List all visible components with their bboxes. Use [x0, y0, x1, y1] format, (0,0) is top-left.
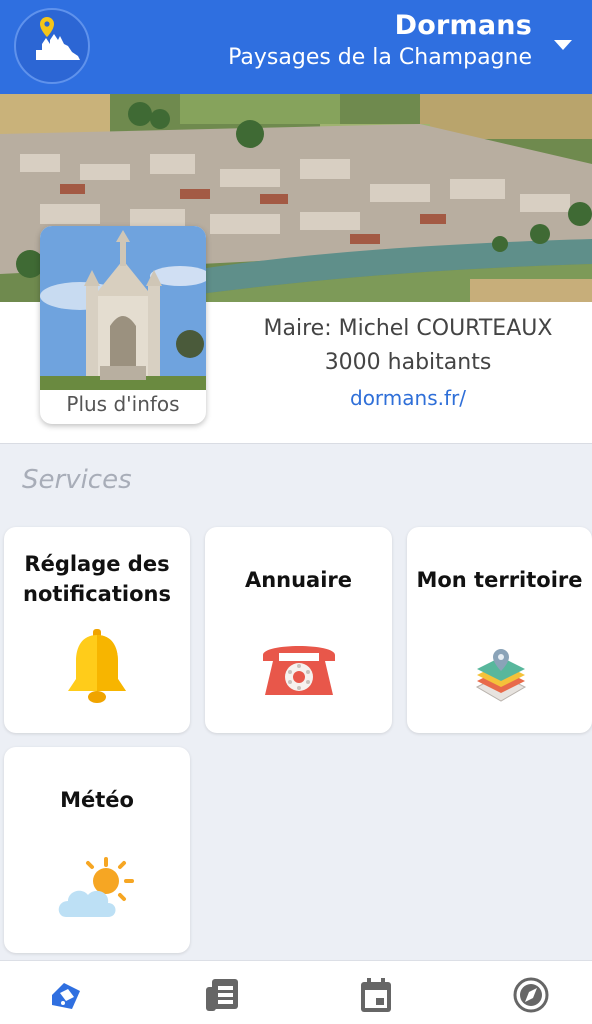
- tile-my-territory[interactable]: Mon territoire: [407, 527, 592, 733]
- home-icon: [52, 983, 80, 1009]
- mayor-text: Maire: Michel COURTEAUX: [263, 316, 553, 341]
- news-icon: [206, 979, 238, 1011]
- nav-explore[interactable]: [511, 975, 551, 1015]
- nav-news[interactable]: [202, 975, 242, 1015]
- weather-icon: [58, 857, 134, 917]
- chevron-down-icon[interactable]: [554, 40, 572, 50]
- telephone-icon: [263, 646, 335, 695]
- nav-home[interactable]: [46, 975, 86, 1015]
- bell-icon: [68, 629, 126, 703]
- tile-label-line2: notifications: [23, 582, 171, 606]
- services-heading: Services: [22, 465, 132, 495]
- tile-notifications-settings[interactable]: Réglage des notifications: [4, 527, 190, 733]
- tile-label-line1: Réglage des: [24, 552, 170, 576]
- town-logo[interactable]: [14, 8, 90, 84]
- tile-label: Annuaire: [244, 568, 353, 592]
- calendar-icon: [361, 978, 391, 1012]
- church-photo: [40, 226, 206, 390]
- town-subtitle: Paysages de la Champagne: [228, 45, 532, 70]
- app-header: Dormans Paysages de la Champagne: [0, 0, 592, 94]
- website-link[interactable]: dormans.fr/: [230, 386, 586, 410]
- tile-directory[interactable]: Annuaire: [205, 527, 392, 733]
- tile-label: Mon territoire: [416, 568, 583, 592]
- town-name: Dormans: [394, 10, 532, 41]
- population-text: 3000 habitants: [324, 350, 492, 375]
- more-info-label: Plus d'infos: [66, 392, 180, 416]
- nav-calendar[interactable]: [356, 975, 396, 1015]
- more-info-card[interactable]: Plus d'infos: [40, 226, 206, 424]
- compass-icon: [513, 977, 549, 1013]
- tile-label: Météo: [60, 788, 134, 812]
- map-layers-icon: [475, 649, 527, 702]
- tile-weather[interactable]: Météo: [4, 747, 190, 953]
- bottom-navigation: [0, 960, 592, 1024]
